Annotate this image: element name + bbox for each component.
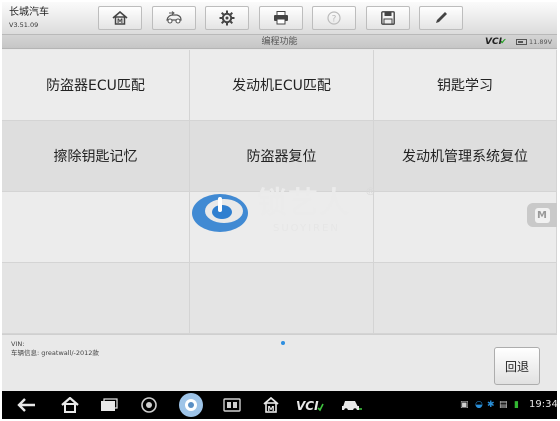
printer-icon bbox=[274, 11, 288, 25]
gallery-app-button[interactable] bbox=[219, 391, 245, 419]
gallery-icon bbox=[223, 398, 241, 412]
function-immobilizer-ecu-match[interactable]: 防盗器ECU匹配 bbox=[2, 50, 190, 121]
app-version: V3.51.09 bbox=[9, 21, 39, 29]
browser-icon bbox=[141, 397, 157, 413]
side-menu-label: M bbox=[534, 207, 550, 223]
save-button[interactable] bbox=[366, 6, 410, 30]
nav-back-button[interactable] bbox=[14, 391, 40, 419]
vehicle-info: 车辆信息: greatwall/-2012款 bbox=[11, 349, 99, 357]
battery-status-icon: ▮ bbox=[514, 400, 519, 410]
save-icon bbox=[381, 11, 395, 25]
car-app-button[interactable] bbox=[338, 391, 366, 419]
function-erase-key-memory[interactable]: 擦除钥匙记忆 bbox=[2, 121, 190, 192]
maxisys-app-button[interactable]: M bbox=[259, 391, 283, 419]
sub-header: 编程功能 VCI ✔ 11.89V bbox=[2, 35, 557, 49]
signal-icon: ▤ bbox=[499, 400, 508, 410]
function-immobilizer-reset[interactable]: 防盗器复位 bbox=[190, 121, 374, 192]
svg-text:M: M bbox=[268, 405, 275, 413]
svg-text:?: ? bbox=[332, 15, 337, 25]
empty-cell bbox=[2, 192, 190, 263]
back-icon bbox=[17, 398, 35, 412]
car-icon bbox=[342, 401, 362, 412]
wifi-icon: ◒ bbox=[475, 400, 483, 410]
function-engine-management-reset[interactable]: 发动机管理系统复位 bbox=[374, 121, 557, 192]
recent-apps-icon bbox=[101, 398, 118, 411]
app-title: 长城汽车 bbox=[9, 7, 49, 18]
clock: 19:34 bbox=[529, 399, 557, 410]
nav-home-button[interactable] bbox=[57, 391, 83, 419]
function-label: 发动机管理系统复位 bbox=[402, 149, 528, 165]
camera-icon bbox=[179, 393, 203, 417]
nav-recent-apps-button[interactable] bbox=[97, 391, 121, 419]
vehicle-swap-button[interactable] bbox=[152, 6, 196, 30]
screenshot-icon: ▣ bbox=[460, 400, 469, 410]
home-icon bbox=[61, 397, 79, 413]
back-button-label: 回退 bbox=[504, 359, 529, 374]
vci-app-button[interactable]: VCI bbox=[295, 391, 325, 419]
function-label: 防盗器复位 bbox=[246, 149, 317, 165]
empty-cell bbox=[374, 263, 557, 334]
back-button[interactable]: 回退 bbox=[494, 347, 540, 385]
print-button[interactable] bbox=[259, 6, 303, 30]
battery-icon bbox=[516, 39, 527, 45]
function-label: 擦除钥匙记忆 bbox=[53, 149, 138, 165]
function-label: 发动机ECU匹配 bbox=[232, 78, 331, 94]
page-indicator bbox=[281, 341, 285, 345]
watermark-registered: ® bbox=[365, 185, 376, 198]
function-label: 防盗器ECU匹配 bbox=[46, 78, 145, 94]
svg-text:VCI: VCI bbox=[296, 399, 319, 412]
watermark-logo-icon bbox=[192, 194, 248, 232]
gear-icon bbox=[219, 10, 235, 26]
settings-button[interactable] bbox=[205, 6, 249, 30]
top-toolbar: 长城汽车 V3.51.09 M ? bbox=[2, 2, 557, 35]
edit-button[interactable] bbox=[419, 6, 463, 30]
page-title: 编程功能 bbox=[261, 37, 298, 47]
voltage-readout: 11.89V bbox=[529, 38, 553, 46]
footer-info: VIN: 车辆信息: greatwall/-2012款 回退 bbox=[2, 334, 557, 391]
watermark-text: 锁艺人 bbox=[257, 186, 350, 221]
help-button[interactable]: ? bbox=[312, 6, 356, 30]
empty-cell bbox=[190, 263, 374, 334]
vin-label: VIN: bbox=[11, 340, 25, 348]
camera-app-button[interactable] bbox=[174, 391, 208, 419]
vci-connected-icon: ✔ bbox=[500, 37, 507, 46]
vci-icon: VCI bbox=[296, 399, 324, 412]
empty-cell bbox=[2, 263, 190, 334]
function-key-learning[interactable]: 钥匙学习 bbox=[374, 50, 557, 121]
app-window: 长城汽车 V3.51.09 M ? 编程功能 VCI ✔ 11.89V 防盗器E… bbox=[2, 2, 557, 419]
help-icon: ? bbox=[327, 11, 341, 25]
function-engine-ecu-match[interactable]: 发动机ECU匹配 bbox=[190, 50, 374, 121]
function-label: 钥匙学习 bbox=[437, 78, 493, 94]
watermark: 锁艺人 ® SUOYIREN bbox=[187, 185, 377, 245]
vehicle-swap-icon bbox=[166, 11, 182, 24]
bluetooth-icon: ✱ bbox=[487, 400, 495, 410]
pencil-icon bbox=[436, 12, 447, 23]
side-menu-button[interactable]: M bbox=[527, 203, 557, 227]
home-icon: M bbox=[112, 11, 128, 25]
home-button[interactable]: M bbox=[98, 6, 142, 30]
watermark-subtext: SUOYIREN bbox=[273, 223, 340, 234]
android-nav-bar: M VCI ▣ ◒ ✱ ▤ ▮ 19:34 bbox=[2, 391, 557, 419]
maxisys-icon: M bbox=[263, 397, 279, 413]
browser-app-button[interactable] bbox=[136, 391, 162, 419]
svg-text:M: M bbox=[117, 18, 123, 25]
